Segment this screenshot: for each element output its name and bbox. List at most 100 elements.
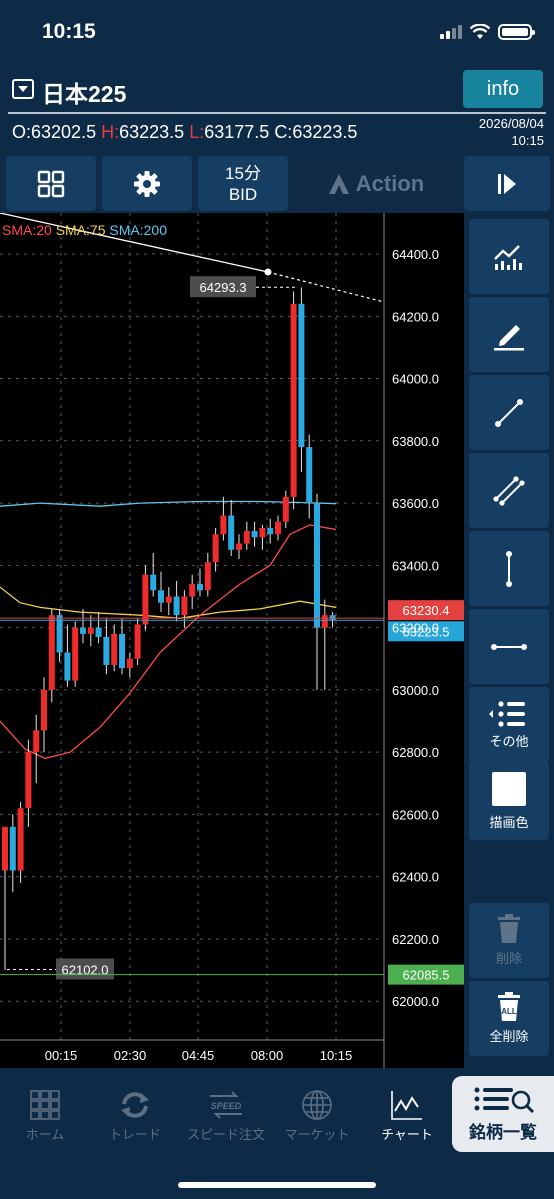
- candle-body: [48, 615, 55, 690]
- settings-button[interactable]: [102, 156, 192, 211]
- candle-body: [275, 521, 281, 535]
- candle-body: [267, 527, 274, 535]
- refresh-icon: [121, 1092, 149, 1118]
- price-tick-label: 62000.0: [392, 994, 439, 1009]
- time-tick-label: 00:15: [45, 1048, 78, 1063]
- low-value: 63177.5: [204, 122, 270, 142]
- vertical-line-icon: [506, 550, 512, 587]
- price-tick-label: 64400.0: [392, 247, 439, 262]
- indicator-button[interactable]: [469, 219, 549, 294]
- action-logo-icon: [328, 173, 349, 194]
- candle-body: [25, 752, 32, 809]
- tab-speed-order-label: スピード注文: [186, 1127, 265, 1142]
- sma-legend: SMA:20 SMA:75 SMA:200: [2, 222, 167, 238]
- candle-body: [134, 624, 141, 659]
- sma200-legend: SMA:200: [109, 222, 167, 238]
- candle-body: [33, 730, 40, 753]
- candle-body: [72, 627, 79, 681]
- layout-button[interactable]: [6, 156, 96, 211]
- bottom-tab-bar: ホーム トレード SPEED スピード注文 マーケット チャート 銘柄一覧: [0, 1068, 554, 1199]
- candle-body: [95, 627, 102, 637]
- globe-icon: [302, 1090, 332, 1120]
- candle-body: [259, 527, 266, 538]
- price-tick-label: 62800.0: [392, 745, 439, 760]
- ohlc-readout: O:63202.5 H:63223.5 L:63177.5 C:63223.5: [12, 122, 358, 142]
- symbol-dropdown-icon[interactable]: [12, 79, 34, 99]
- candle-body: [2, 826, 8, 871]
- horizontal-line-icon: [491, 643, 527, 650]
- time-tick-label: 10:15: [320, 1048, 353, 1063]
- tab-trade[interactable]: トレード: [90, 1086, 180, 1150]
- horizontal-line-button[interactable]: [469, 609, 549, 684]
- candle-body: [9, 826, 16, 871]
- trendline-extension: [267, 271, 385, 303]
- header-divider: [8, 112, 546, 114]
- delete-all-label: 全削除: [489, 1029, 529, 1044]
- price-chart[interactable]: 64293.3 62102.0 63230.4 63223.5 62085.5 6440…: [0, 213, 464, 1068]
- draw-color-button[interactable]: 描画色: [469, 762, 549, 840]
- symbol-name[interactable]: 日本225: [42, 75, 126, 109]
- sma20-legend: SMA:20: [2, 222, 52, 238]
- candle-body: [126, 658, 133, 669]
- price-tick-label: 63400.0: [392, 558, 439, 573]
- channel-line-button[interactable]: [469, 453, 549, 528]
- price-tick-label: 63600.0: [392, 496, 439, 511]
- price-tick-label: 62200.0: [392, 932, 439, 947]
- price-tick-label: 62400.0: [392, 870, 439, 885]
- timestamp: 2026/08/04 10:15: [478, 116, 544, 148]
- candle-body: [197, 584, 203, 591]
- candle-body: [181, 596, 188, 616]
- candle-body: [189, 584, 196, 597]
- info-button[interactable]: info: [463, 70, 543, 108]
- candle-body: [80, 627, 86, 634]
- vertical-line-button[interactable]: [469, 531, 549, 606]
- candle-body: [251, 531, 258, 538]
- drawing-sidebar: その他 描画色 削除 ALL 全削除: [464, 213, 554, 1068]
- time-tick-label: 08:00: [251, 1048, 284, 1063]
- tab-market-label: マーケット: [284, 1127, 350, 1142]
- more-tools-button[interactable]: その他: [469, 687, 549, 762]
- grid-icon: [30, 1090, 60, 1120]
- layout-grid-icon: [37, 170, 65, 197]
- ask-price-label: 63230.4: [403, 603, 450, 618]
- candle-body: [103, 636, 110, 665]
- candle-body: [212, 534, 219, 563]
- timeframe-button[interactable]: 15分 BID: [198, 156, 288, 211]
- candle-body: [298, 303, 305, 448]
- tab-chart[interactable]: チャート: [362, 1086, 452, 1150]
- wifi-icon: [470, 24, 490, 39]
- tab-home[interactable]: ホーム: [0, 1086, 90, 1150]
- candle-body: [236, 543, 242, 550]
- symbol-list-label: 銘柄一覧: [469, 1122, 537, 1142]
- support-price-label: 62085.5: [403, 968, 450, 983]
- home-indicator: [178, 1182, 376, 1188]
- time-tick-label: 04:45: [182, 1048, 215, 1063]
- low-label: 62102.0: [62, 962, 109, 977]
- tab-market[interactable]: マーケット: [272, 1086, 362, 1150]
- action-label: Action: [355, 170, 425, 196]
- trendline-button[interactable]: [469, 375, 549, 450]
- tab-speed-order[interactable]: SPEED スピード注文: [180, 1086, 272, 1150]
- delete-all-button[interactable]: ALL 全削除: [469, 981, 549, 1056]
- more-tools-label: その他: [489, 733, 529, 749]
- speed-badge: SPEED: [211, 1101, 242, 1111]
- action-button[interactable]: Action: [294, 156, 458, 211]
- time-tick-label: 02:30: [114, 1048, 147, 1063]
- tab-home-label: ホーム: [25, 1127, 65, 1142]
- draw-color-label: 描画色: [489, 814, 529, 830]
- delete-button[interactable]: 削除: [469, 903, 549, 978]
- chart-icon: [391, 1091, 422, 1120]
- chart-canvas[interactable]: 64293.362102.063230.463223.562085.5 6440…: [0, 213, 464, 1068]
- candle-body: [282, 496, 289, 522]
- pen-icon: [494, 324, 524, 350]
- candle-body: [150, 574, 157, 591]
- status-time: 10:15: [42, 20, 96, 43]
- high-label: 64293.3: [200, 280, 247, 295]
- symbol-list-button[interactable]: 銘柄一覧: [452, 1076, 554, 1152]
- draw-pen-button[interactable]: [469, 297, 549, 372]
- play-button[interactable]: [464, 156, 550, 211]
- candle-body: [321, 615, 328, 628]
- all-badge: ALL: [501, 1007, 517, 1016]
- price-type-label: BID: [228, 184, 258, 204]
- trendline-icon: [495, 398, 523, 427]
